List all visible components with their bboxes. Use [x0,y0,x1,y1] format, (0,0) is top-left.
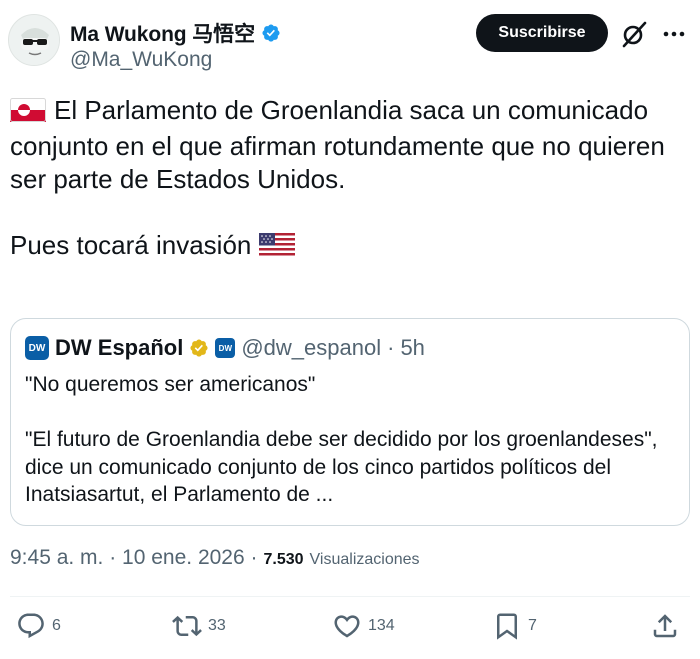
reply-icon [18,613,44,639]
verified-organization-badge-icon [189,338,209,358]
tweet-paragraph-2-text: Pues tocará invasión [10,230,252,260]
grok-icon[interactable] [620,20,648,48]
verified-badge-icon [261,23,281,43]
heart-icon [334,615,360,638]
tweet-paragraph-1-text: El Parlamento de Groenlandia saca un com… [10,95,665,194]
share-button[interactable] [650,606,680,646]
repost-count: 33 [208,617,226,634]
bookmark-count: 7 [528,617,537,634]
repost-button[interactable]: 33 [172,606,226,646]
views-count: 7.530 [263,551,304,568]
quoted-tweet[interactable]: DW DW Español DW @dw_espanol · 5h "No qu… [10,318,690,526]
quoted-author-handle[interactable]: @dw_espanol [241,335,381,361]
tweet-metadata: 9:45 a. m. · 10 ene. 2026 · 7.530 Visual… [10,546,420,570]
author-name-row: Ma Wukong 马悟空 [70,18,281,48]
tweet-body: El Parlamento de Groenlandia saca un com… [10,94,690,265]
quoted-separator: · [387,335,395,360]
greenland-flag-icon [10,97,46,130]
bookmark-icon [497,613,517,640]
quoted-author-name[interactable]: DW Español [55,335,183,361]
quoted-tweet-header: DW DW Español DW @dw_espanol · 5h [25,335,425,361]
avatar[interactable] [8,14,60,66]
tweet-timestamp[interactable]: 9:45 a. m. · 10 ene. 2026 · [10,546,258,570]
tweet-paragraph-2: Pues tocará invasión [10,229,690,265]
usa-flag-icon [258,232,295,265]
quoted-line-2: "El futuro de Groenlandia debe ser decid… [25,428,658,506]
divider [10,596,690,597]
tweet-paragraph-1: El Parlamento de Groenlandia saca un com… [10,94,690,196]
tweet-header: Ma Wukong 马悟空 @Ma_WuKong Suscribirse [8,12,692,78]
repost-icon [172,615,202,637]
author-display-name[interactable]: Ma Wukong 马悟空 [70,18,255,48]
views-label: Visualizaciones [309,551,420,568]
share-icon [653,614,677,638]
action-bar: 6 33 134 7 [0,606,700,650]
like-button[interactable]: 134 [332,606,395,646]
more-options-icon[interactable] [658,20,690,48]
dw-affiliate-badge-icon: DW [215,338,236,358]
quoted-tweet-text: "No queremos ser americanos" "El futuro … [25,371,675,509]
dw-logo-icon[interactable]: DW [25,336,49,360]
quoted-line-1: "No queremos ser americanos" [25,373,316,396]
quoted-time[interactable]: 5h [400,335,424,361]
reply-button[interactable]: 6 [16,606,61,646]
reply-count: 6 [52,617,61,634]
subscribe-button[interactable]: Suscribirse [476,14,608,52]
bookmark-button[interactable]: 7 [492,606,537,646]
author-handle[interactable]: @Ma_WuKong [70,48,212,72]
like-count: 134 [368,617,395,634]
